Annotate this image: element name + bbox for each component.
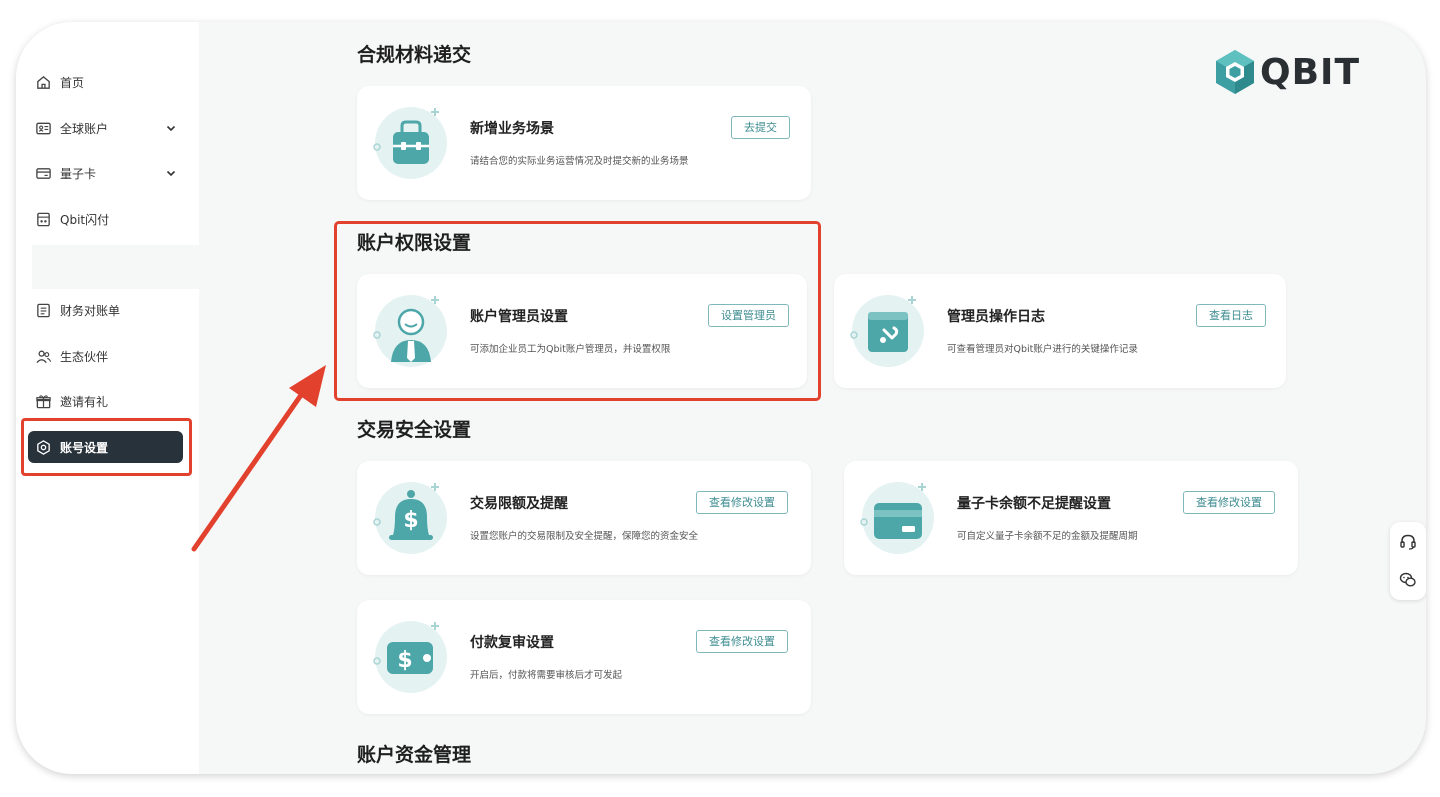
sidebar-item-invite[interactable]: 邀请有礼 xyxy=(28,385,183,417)
card-admin-log: 管理员操作日志 可查看管理员对Qbit账户进行的关键操作记录 查看日志 xyxy=(834,274,1286,388)
card-title: 新增业务场景 xyxy=(470,121,554,137)
headset-icon[interactable] xyxy=(1399,533,1417,551)
card-title: 交易限额及提醒 xyxy=(470,496,568,512)
view-modify-settings-button[interactable]: 查看修改设置 xyxy=(696,630,788,653)
sidebar-item-label: 量子卡 xyxy=(60,166,97,181)
sidebar-item-home[interactable]: 首页 xyxy=(28,66,183,98)
partners-icon xyxy=(34,347,52,365)
sidebar-item-label: 财务对账单 xyxy=(60,303,121,318)
card-tx-limit: $ 交易限额及提醒 设置您账户的交易限制及安全提醒，保障您的资金安全 查看修改设… xyxy=(357,461,811,575)
card-description: 设置您账户的交易限制及安全提醒，保障您的资金安全 xyxy=(470,531,699,542)
sidebar: 首页 全球账户 量子卡 Qbit闪付 财务对账单 生态伙伴 邀请有礼 账号设置 xyxy=(16,22,199,774)
app-window: 首页 全球账户 量子卡 Qbit闪付 财务对账单 生态伙伴 邀请有礼 账号设置 … xyxy=(16,22,1426,774)
sidebar-item-label: 生态伙伴 xyxy=(60,349,109,364)
submit-button[interactable]: 去提交 xyxy=(731,116,790,139)
card-description: 开启后，付款将需要审核后才可发起 xyxy=(470,670,623,681)
section-title-funds: 账户资金管理 xyxy=(357,744,472,766)
floating-support-bar xyxy=(1390,522,1426,600)
section-title-security: 交易安全设置 xyxy=(357,419,472,441)
gift-icon xyxy=(34,392,52,410)
sidebar-item-qbit-pay[interactable]: Qbit闪付 xyxy=(28,203,183,235)
card-payment-review: $ 付款复审设置 开启后，付款将需要审核后才可发起 查看修改设置 xyxy=(357,600,811,714)
view-log-button[interactable]: 查看日志 xyxy=(1196,304,1266,327)
section-title-compliance: 合规材料递交 xyxy=(357,44,472,66)
card-description: 可自定义量子卡余额不足的金额及提醒周期 xyxy=(957,531,1138,542)
sidebar-item-label: Qbit闪付 xyxy=(60,212,110,227)
logo-icon xyxy=(1216,50,1254,94)
card-description: 请结合您的实际业务运营情况及时提交新的业务场景 xyxy=(470,156,689,167)
credit-card-icon xyxy=(860,482,934,554)
briefcase-icon xyxy=(373,107,447,179)
view-modify-settings-button[interactable]: 查看修改设置 xyxy=(696,491,788,514)
sidebar-item-label: 全球账户 xyxy=(60,121,109,136)
card-title: 付款复审设置 xyxy=(470,635,554,651)
document-icon xyxy=(34,301,52,319)
sidebar-spacer xyxy=(32,245,199,289)
sidebar-item-label: 首页 xyxy=(60,75,85,90)
svg-text:$: $ xyxy=(403,508,418,533)
home-icon xyxy=(34,73,52,91)
chevron-down-icon[interactable] xyxy=(165,122,177,134)
chevron-down-icon[interactable] xyxy=(165,167,177,179)
highlight-box xyxy=(21,418,192,476)
card-new-scenario: 新增业务场景 请结合您的实际业务运营情况及时提交新的业务场景 去提交 xyxy=(357,86,811,200)
card-description: 可查看管理员对Qbit账户进行的关键操作记录 xyxy=(947,344,1138,355)
logo-text: QBIT xyxy=(1260,51,1360,93)
sidebar-item-label: 邀请有礼 xyxy=(60,394,109,409)
wallet-dollar-icon: $ xyxy=(373,621,447,693)
pay-icon xyxy=(34,210,52,228)
wechat-icon[interactable] xyxy=(1399,571,1417,589)
highlight-box xyxy=(334,221,821,401)
admin-log-icon xyxy=(850,295,924,367)
annotation-arrow-icon xyxy=(191,365,326,552)
card-card-balance: 量子卡余额不足提醒设置 可自定义量子卡余额不足的金额及提醒周期 查看修改设置 xyxy=(844,461,1298,575)
sidebar-item-statements[interactable]: 财务对账单 xyxy=(28,294,183,326)
card-icon xyxy=(34,164,52,182)
brand-logo: QBIT xyxy=(1214,48,1360,96)
card-title: 量子卡余额不足提醒设置 xyxy=(957,496,1111,512)
svg-text:$: $ xyxy=(397,648,412,673)
sidebar-item-global-account[interactable]: 全球账户 xyxy=(28,112,183,144)
card-title: 管理员操作日志 xyxy=(947,309,1045,325)
bell-dollar-icon: $ xyxy=(373,482,447,554)
sidebar-item-partners[interactable]: 生态伙伴 xyxy=(28,340,183,372)
view-modify-settings-button[interactable]: 查看修改设置 xyxy=(1183,491,1275,514)
id-card-icon xyxy=(34,119,52,137)
sidebar-item-quantum-card[interactable]: 量子卡 xyxy=(28,157,183,189)
